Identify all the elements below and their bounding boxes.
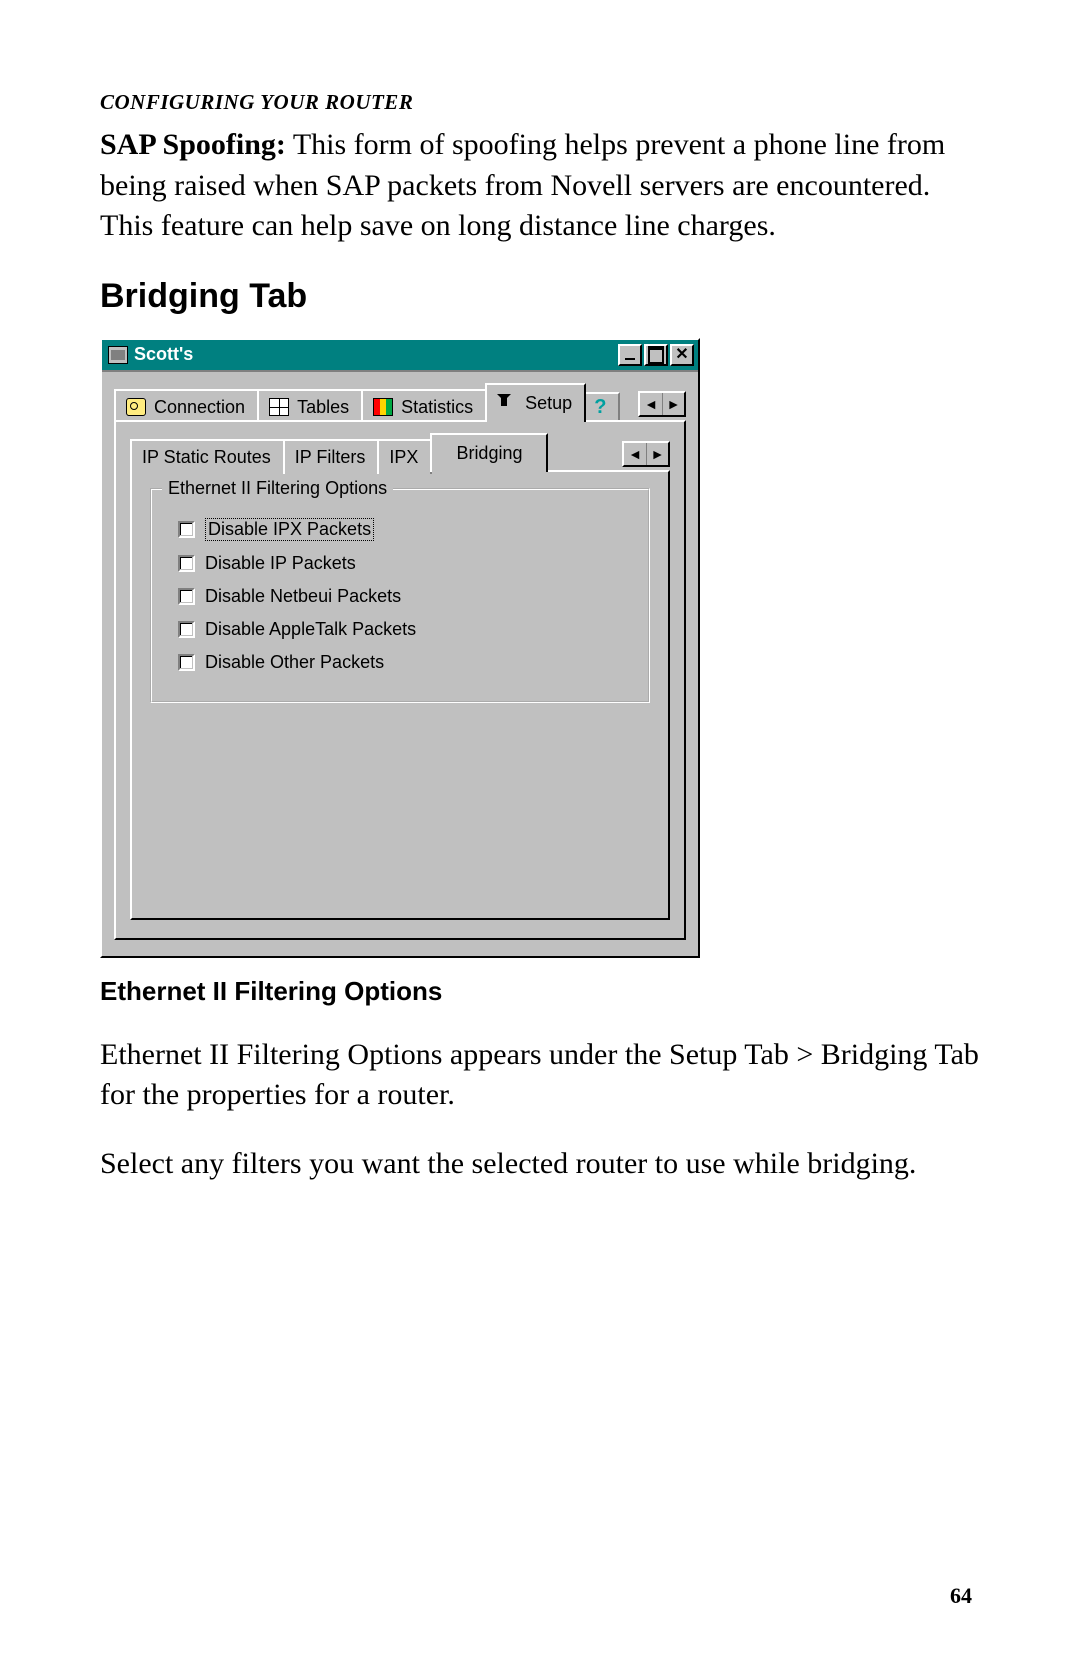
checkbox-disable-ipx[interactable]: Disable IPX Packets xyxy=(178,518,630,541)
checkbox-disable-appletalk-label: Disable AppleTalk Packets xyxy=(205,619,416,640)
running-head: CONFIGURING YOUR ROUTER xyxy=(100,90,980,115)
maximize-button[interactable] xyxy=(644,344,668,366)
checkbox-disable-ipx-label: Disable IPX Packets xyxy=(205,518,374,541)
ethernet-filtering-group: Ethernet II Filtering Options Disable IP… xyxy=(150,488,650,703)
close-button[interactable] xyxy=(670,344,694,366)
tab-scroll-left[interactable]: ◄ xyxy=(640,393,662,415)
tab-ip-static-routes[interactable]: IP Static Routes xyxy=(130,439,285,474)
checkbox-icon[interactable] xyxy=(178,555,195,572)
bridging-tab-panel: Ethernet II Filtering Options Disable IP… xyxy=(130,470,670,920)
tab-tables-label: Tables xyxy=(297,397,349,418)
tab-ipx-label: IPX xyxy=(389,447,418,468)
minimize-button[interactable] xyxy=(618,344,642,366)
main-tabstrip: Connection Tables Statistics Setup xyxy=(114,386,686,422)
checkbox-disable-ip[interactable]: Disable IP Packets xyxy=(178,553,630,574)
tab-scroll-right[interactable]: ► xyxy=(662,393,684,415)
setup-icon xyxy=(497,394,517,412)
tab-statistics-label: Statistics xyxy=(401,397,473,418)
checkbox-icon[interactable] xyxy=(178,588,195,605)
tab-setup-label: Setup xyxy=(525,393,572,414)
tab-ip-static-routes-label: IP Static Routes xyxy=(142,447,271,468)
tab-bridging[interactable]: Bridging xyxy=(430,433,548,472)
modem-icon xyxy=(126,398,146,416)
page-number: 64 xyxy=(950,1583,972,1609)
sap-spoofing-paragraph: SAP Spoofing: This form of spoofing help… xyxy=(100,125,980,247)
sub-tab-scroll: ◄ ► xyxy=(622,441,670,467)
checkbox-disable-ip-label: Disable IP Packets xyxy=(205,553,356,574)
system-menu-icon[interactable] xyxy=(108,346,128,364)
main-tab-scroll: ◄ ► xyxy=(638,391,686,417)
checkbox-icon[interactable] xyxy=(178,654,195,671)
router-properties-window: Scott's Connection Tables xyxy=(100,338,700,958)
tab-ip-filters[interactable]: IP Filters xyxy=(283,439,380,474)
ethernet-filtering-paragraph-1: Ethernet II Filtering Options appears un… xyxy=(100,1035,980,1116)
tab-ipx[interactable]: IPX xyxy=(377,439,432,474)
tab-setup[interactable]: Setup xyxy=(485,383,586,422)
checkbox-disable-netbeui-label: Disable Netbeui Packets xyxy=(205,586,401,607)
checkbox-disable-netbeui[interactable]: Disable Netbeui Packets xyxy=(178,586,630,607)
sub-tab-scroll-left[interactable]: ◄ xyxy=(624,443,646,465)
checkbox-icon[interactable] xyxy=(178,621,195,638)
tables-icon xyxy=(269,398,289,416)
ethernet-filtering-legend: Ethernet II Filtering Options xyxy=(162,478,393,499)
tab-statistics[interactable]: Statistics xyxy=(361,389,487,424)
checkbox-disable-appletalk[interactable]: Disable AppleTalk Packets xyxy=(178,619,630,640)
tab-bridging-label: Bridging xyxy=(456,443,522,464)
sap-spoofing-label: SAP Spoofing: xyxy=(100,128,286,161)
sub-tabstrip: IP Static Routes IP Filters IPX Bridging… xyxy=(130,436,670,472)
setup-tab-panel: IP Static Routes IP Filters IPX Bridging… xyxy=(114,420,686,940)
tab-tables[interactable]: Tables xyxy=(257,389,363,424)
checkbox-icon[interactable] xyxy=(178,521,195,538)
manual-page: CONFIGURING YOUR ROUTER SAP Spoofing: Th… xyxy=(0,0,1080,1669)
tab-connection-label: Connection xyxy=(154,397,245,418)
sub-tab-scroll-right[interactable]: ► xyxy=(646,443,668,465)
window-client-area: Connection Tables Statistics Setup xyxy=(102,370,698,956)
bridging-tab-heading: Bridging Tab xyxy=(100,277,980,316)
titlebar[interactable]: Scott's xyxy=(102,340,698,370)
statistics-icon xyxy=(373,398,393,416)
help-icon xyxy=(592,400,612,418)
ethernet-filtering-heading: Ethernet II Filtering Options xyxy=(100,976,980,1007)
checkbox-disable-other-label: Disable Other Packets xyxy=(205,652,384,673)
tab-ip-filters-label: IP Filters xyxy=(295,447,366,468)
tab-connection[interactable]: Connection xyxy=(114,389,259,424)
ethernet-filtering-paragraph-2: Select any filters you want the selected… xyxy=(100,1144,980,1185)
checkbox-disable-other[interactable]: Disable Other Packets xyxy=(178,652,630,673)
window-title: Scott's xyxy=(134,344,612,365)
